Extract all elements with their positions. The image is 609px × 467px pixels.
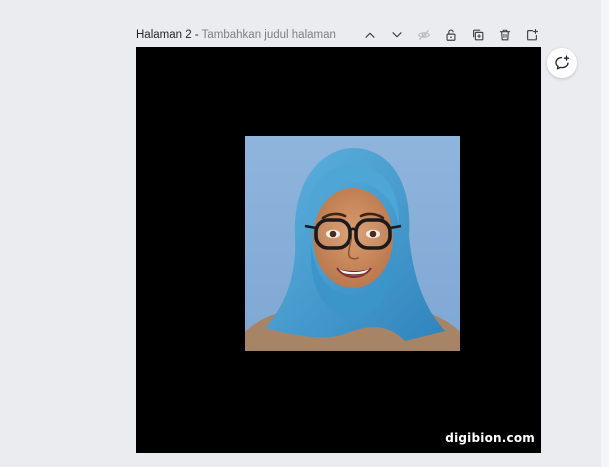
watermark-text: digibion.com <box>445 431 535 445</box>
design-canvas[interactable]: digibion.com <box>136 47 541 453</box>
right-edge-panel <box>601 0 609 467</box>
duplicate-icon <box>472 29 483 41</box>
title-separator: - <box>191 29 202 41</box>
add-comment-icon <box>555 55 570 70</box>
duplicate-page-button[interactable] <box>466 24 489 46</box>
page-title-placeholder[interactable]: Tambahkan judul halaman <box>202 29 336 41</box>
hide-page-button[interactable] <box>412 24 435 46</box>
page-toolbar <box>358 24 543 46</box>
lock-page-button[interactable] <box>439 24 462 46</box>
page-label: Halaman 2 <box>136 29 192 41</box>
page-header: Halaman 2 - Tambahkan judul halaman <box>136 24 541 46</box>
move-page-down-button[interactable] <box>385 24 408 46</box>
avatar-image[interactable] <box>245 136 460 351</box>
unlock-icon <box>445 29 456 41</box>
add-page-icon <box>526 29 538 41</box>
add-page-button[interactable] <box>520 24 543 46</box>
trash-icon <box>499 29 510 41</box>
avatar-illustration <box>245 136 460 351</box>
chevron-up-icon <box>364 32 375 38</box>
eye-hidden-icon <box>417 30 430 40</box>
delete-page-button[interactable] <box>493 24 516 46</box>
move-page-up-button[interactable] <box>358 24 381 46</box>
chevron-down-icon <box>391 32 402 38</box>
add-comment-button[interactable] <box>547 48 577 78</box>
page-title[interactable]: Halaman 2 - Tambahkan judul halaman <box>136 29 336 41</box>
